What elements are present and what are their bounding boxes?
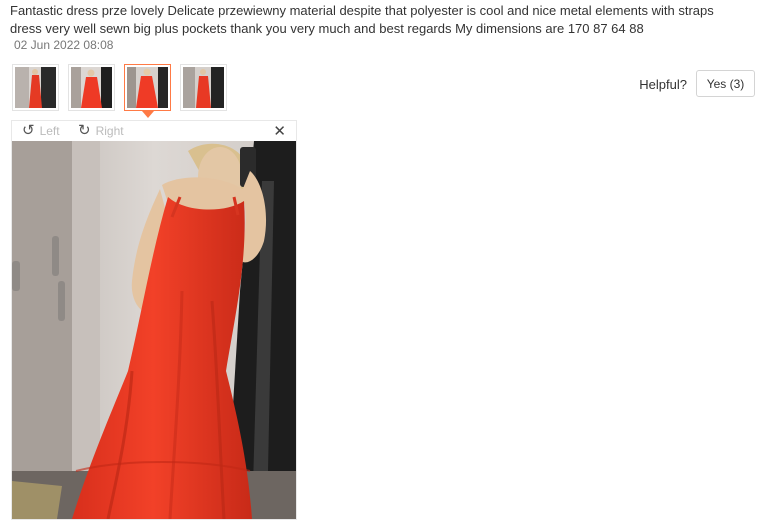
rotate-right-label: Right (95, 123, 124, 138)
thumbnail-image (183, 67, 224, 108)
dress-photo (12, 141, 296, 519)
photo-thumbnails (12, 64, 227, 118)
review-photo (12, 141, 296, 519)
helpful-yes-button[interactable]: Yes (3) (696, 70, 755, 97)
rotate-left-icon: ↺ (22, 122, 35, 139)
photo-thumbnail[interactable] (180, 64, 227, 111)
photo-thumbnail-active[interactable] (124, 64, 171, 118)
rotate-right-icon: ↻ (78, 122, 91, 139)
thumbnail-image (71, 67, 112, 108)
viewer-toolbar: ↺ Left ↻ Right ✕ (12, 121, 296, 141)
review-text: Fantastic dress prze lovely Delicate prz… (10, 3, 714, 36)
rotate-left-button[interactable]: ↺ Left (22, 123, 60, 138)
image-viewer: ↺ Left ↻ Right ✕ (11, 120, 297, 520)
photo-thumbnail[interactable] (12, 64, 59, 111)
close-icon[interactable]: ✕ (273, 122, 286, 140)
helpful-label: Helpful? (639, 77, 687, 92)
review-date: 02 Jun 2022 08:08 (14, 38, 114, 52)
photo-thumbnail[interactable] (68, 64, 115, 111)
thumbnail-image (15, 67, 56, 108)
thumbnail-image (127, 67, 168, 108)
rotate-left-label: Left (39, 123, 60, 138)
rotate-right-button[interactable]: ↻ Right (78, 123, 124, 138)
